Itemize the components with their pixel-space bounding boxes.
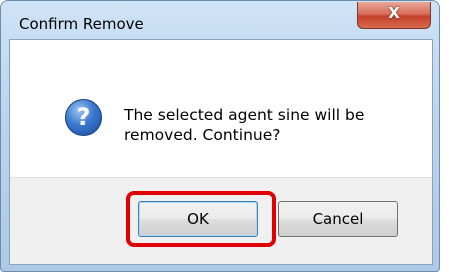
dialog-message: The selected agent sine will be removed.… [124, 105, 404, 145]
close-icon: X [388, 4, 400, 22]
dialog-body: ? The selected agent sine will be remove… [9, 39, 433, 265]
confirm-remove-dialog: Confirm Remove X ? The selected agent si… [0, 0, 440, 272]
title-bar[interactable]: Confirm Remove X [1, 1, 439, 37]
ok-highlight-annotation [126, 191, 276, 247]
cancel-button[interactable]: Cancel [278, 201, 398, 237]
message-line-2: removed. Continue? [124, 126, 281, 144]
close-button[interactable]: X [357, 2, 431, 29]
window-title: Confirm Remove [19, 15, 144, 33]
message-line-1: The selected agent sine will be [124, 106, 365, 124]
button-bar: OK Cancel [10, 177, 432, 264]
question-icon: ? [65, 99, 102, 136]
